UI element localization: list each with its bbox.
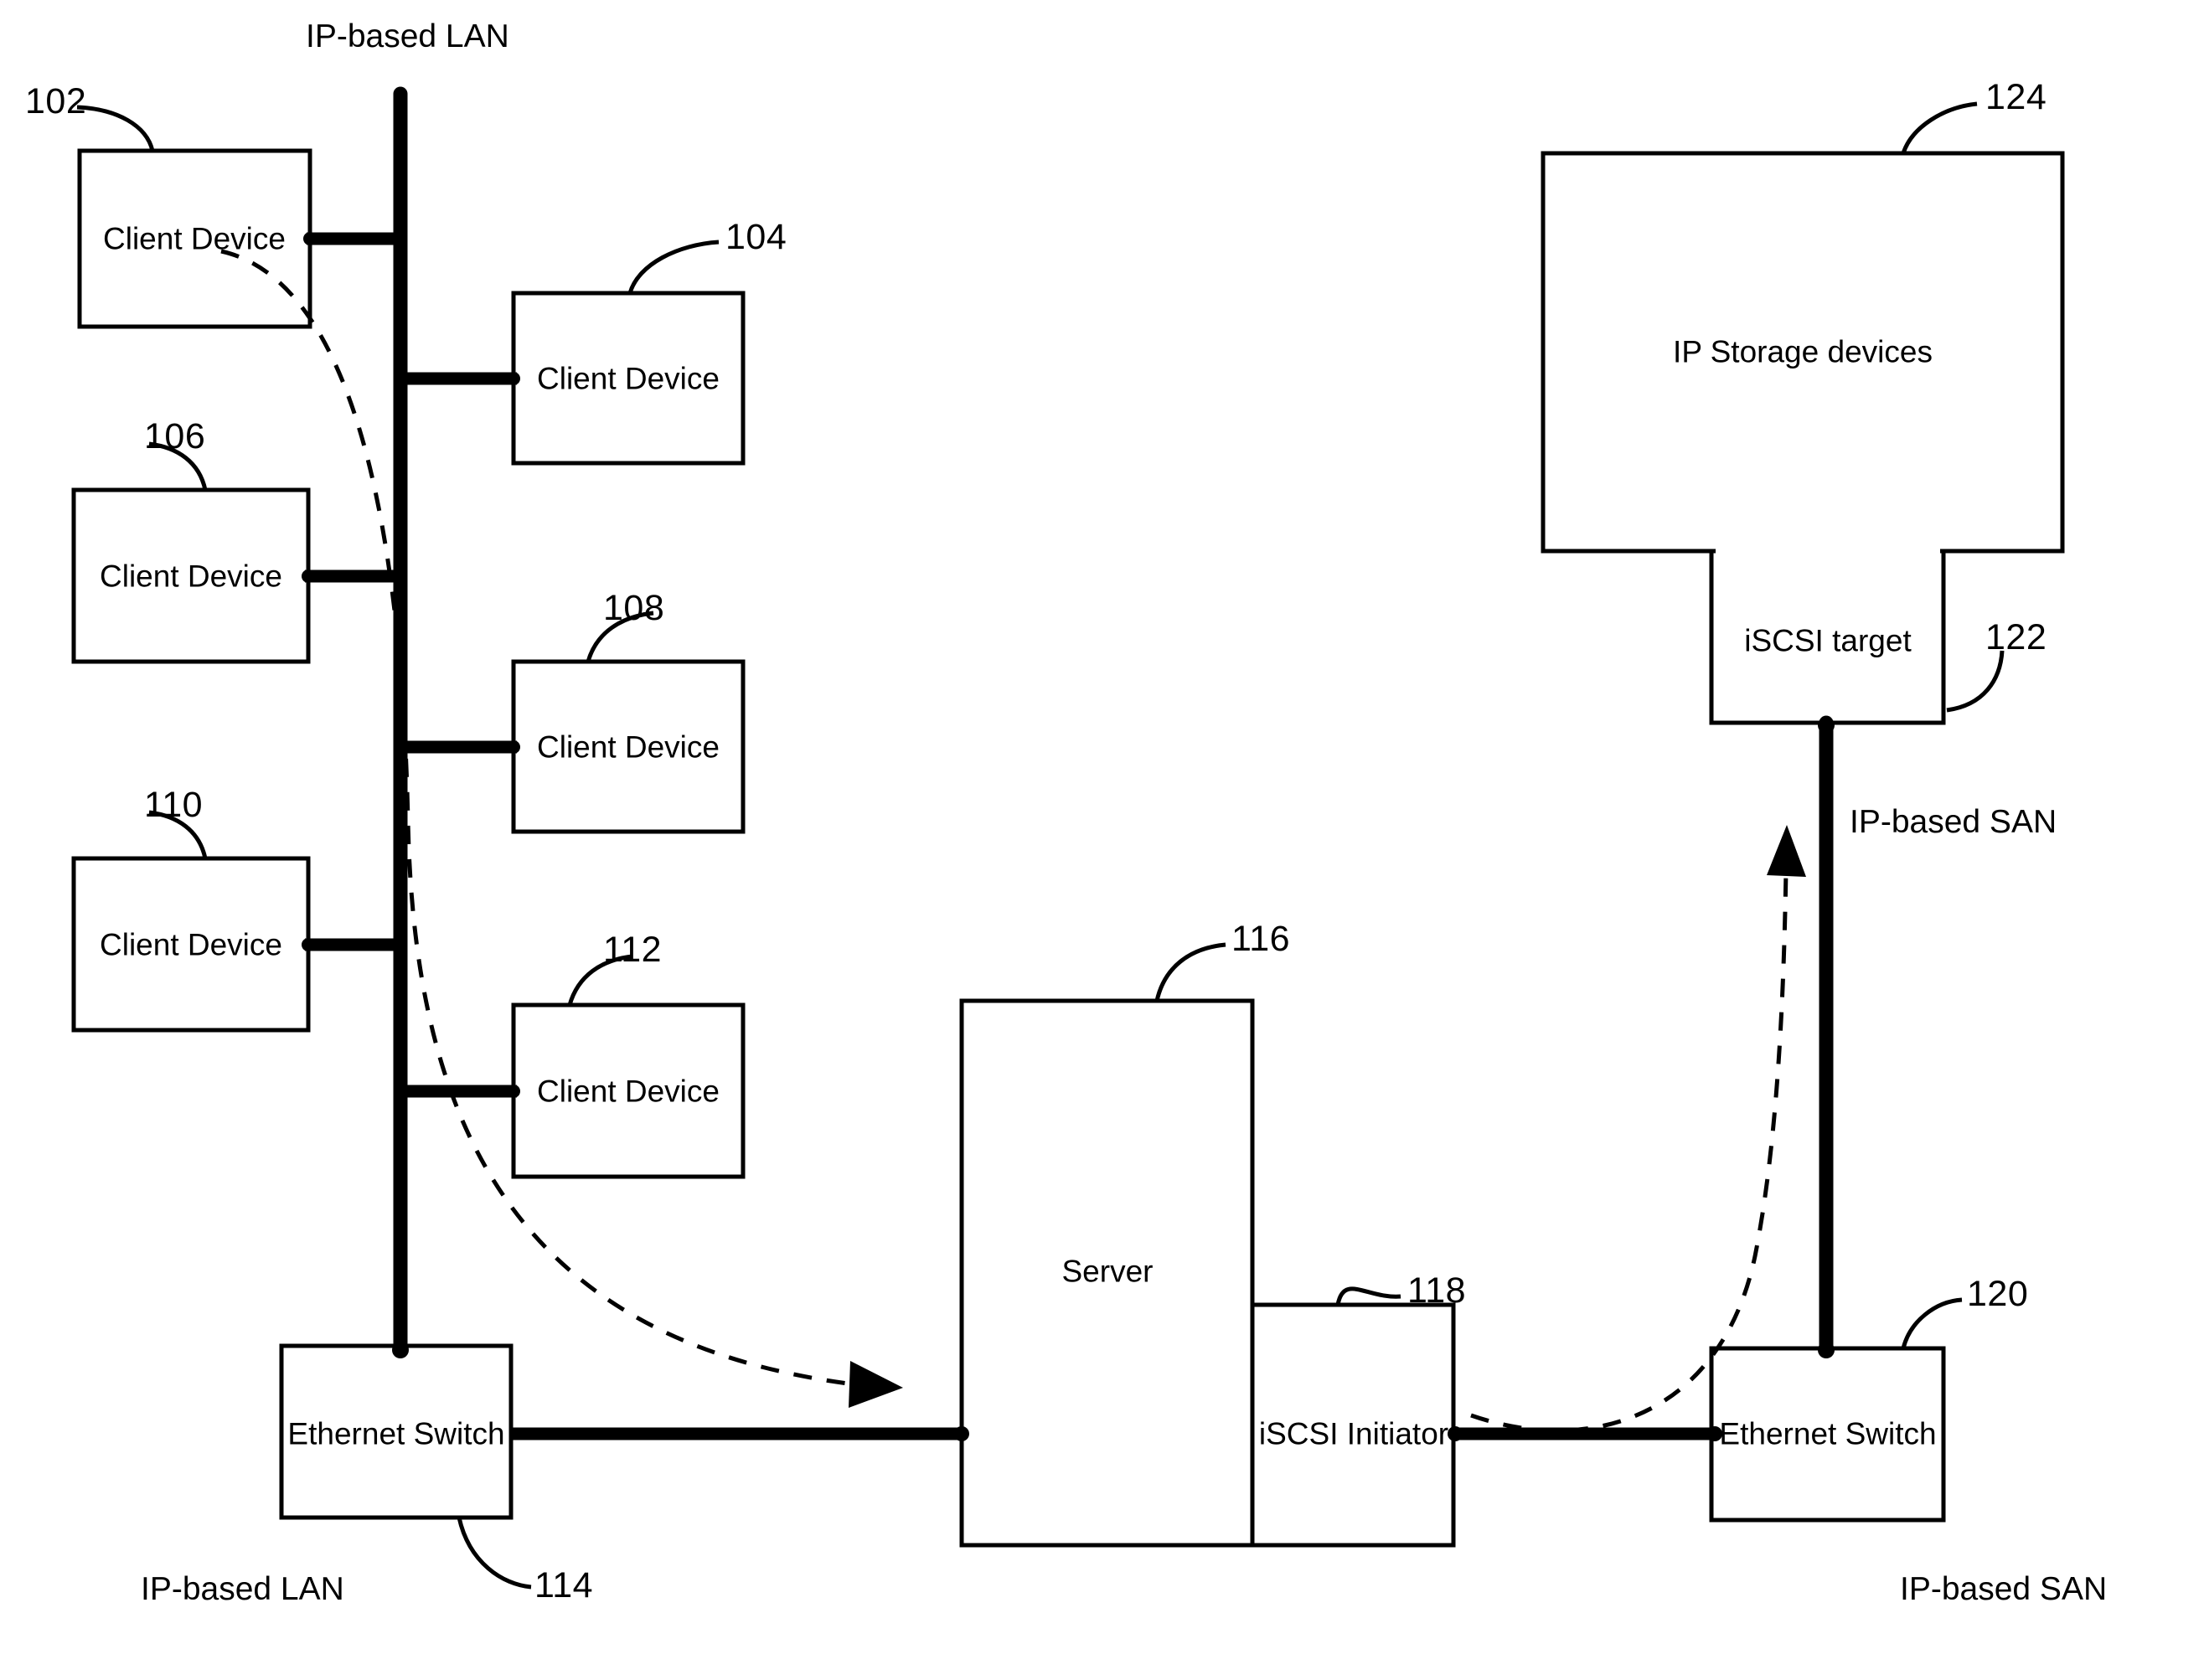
ref-number-114: 114 (534, 1565, 594, 1605)
ref-number-104: 104 (725, 217, 787, 257)
server-116-label: Server (1061, 1254, 1154, 1289)
ref-number-102: 102 (25, 81, 87, 121)
lan-bottom-label: IP-based LAN (141, 1571, 344, 1607)
ethernet-switch-120-label: Ethernet Switch (1719, 1416, 1937, 1451)
client-device-110-label: Client Device (100, 927, 282, 962)
ref-leader-116 (1154, 942, 1226, 1002)
ref-number-110: 110 (144, 785, 204, 825)
san-bus-switch-dot (1818, 1342, 1835, 1358)
client-112-link-dot (507, 1085, 520, 1098)
dashed-flow-initiator-to-san-arrowhead (1767, 825, 1806, 877)
san-middle-label: IP-based SAN (1850, 804, 2057, 840)
ref-number-116: 116 (1231, 919, 1291, 959)
ref-number-108: 108 (603, 588, 665, 628)
lan-bus-switch-dot (392, 1342, 409, 1358)
ref-number-124: 124 (1985, 77, 2047, 117)
client-102-link-dot (303, 232, 317, 245)
client-device-108-label: Client Device (537, 729, 720, 765)
ref-number-106: 106 (144, 416, 206, 456)
patent-diagram-canvas: IP-based LAN IP-based LAN IP-based SAN I… (0, 0, 2204, 1680)
lan-top-label: IP-based LAN (306, 18, 509, 54)
san-bottom-label: IP-based SAN (1900, 1571, 2108, 1607)
client-device-106-label: Client Device (100, 559, 282, 594)
ref-number-122: 122 (1985, 617, 2047, 657)
client-104-link-dot (507, 372, 520, 385)
ref-leader-114 (457, 1517, 532, 1590)
ref-leader-124 (1901, 101, 1978, 154)
ref-leader-104 (627, 240, 720, 294)
dashed-flow-client-to-server-arrowhead (849, 1361, 903, 1408)
ref-leader-122 (1946, 650, 2005, 713)
san-bus-target-dot (1818, 717, 1835, 734)
ref-leader-118 (1335, 1286, 1401, 1306)
client-device-104-label: Client Device (537, 361, 720, 396)
ref-leader-120 (1901, 1297, 1963, 1349)
client-106-link-dot (302, 569, 315, 583)
ethernet-switch-114-label: Ethernet Switch (287, 1416, 505, 1451)
client-110-link-dot (302, 938, 315, 951)
iscsi-target-122-label: iSCSI target (1744, 623, 1912, 658)
client-device-102-label: Client Device (103, 221, 286, 256)
ref-number-118: 118 (1407, 1270, 1467, 1311)
initiator-link-dot (1448, 1426, 1463, 1441)
iscsi-initiator-118-label: iSCSI Initiator (1258, 1416, 1449, 1451)
client-device-112-label: Client Device (537, 1074, 720, 1109)
ref-leader-102 (76, 105, 155, 152)
ref-number-120: 120 (1967, 1274, 2029, 1314)
ip-storage-devices-124-label: IP Storage devices (1673, 334, 1933, 369)
client-108-link-dot (507, 740, 520, 754)
ref-number-112: 112 (603, 930, 663, 970)
switch114-server-link-dot (954, 1426, 969, 1441)
